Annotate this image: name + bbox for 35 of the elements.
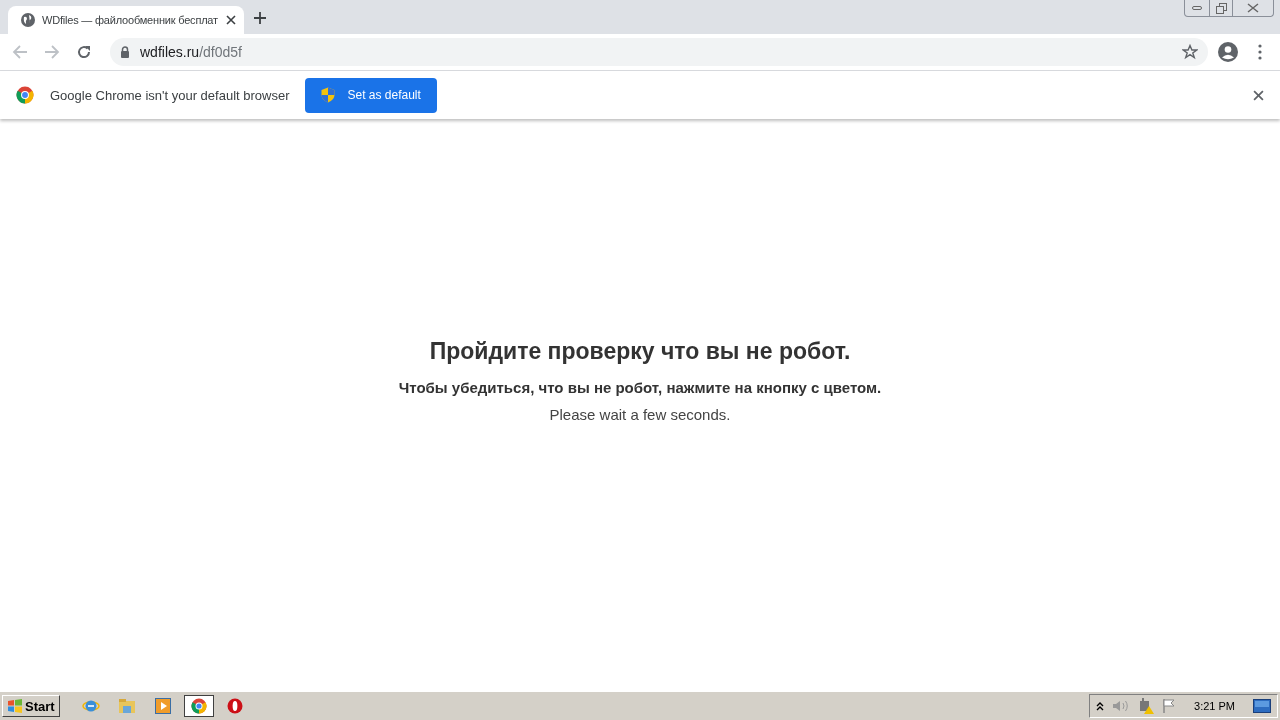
star-icon[interactable]	[1182, 44, 1198, 60]
restore-icon[interactable]	[1215, 2, 1227, 14]
taskbar-app[interactable]	[183, 695, 214, 717]
close-icon[interactable]	[1253, 89, 1264, 101]
close-icon[interactable]	[226, 15, 236, 25]
menu-icon[interactable]	[1258, 44, 1262, 60]
page-heading: Пройдите проверку что вы не робот.	[429, 337, 851, 365]
reload-icon[interactable]	[76, 44, 92, 60]
url-text: wdfiles.ru/df0d5f	[140, 44, 243, 60]
chevron-up-icon[interactable]	[1096, 701, 1105, 711]
browser-tab[interactable]: WDfiles — файлообменник бесплат	[8, 6, 244, 34]
close-icon[interactable]	[1247, 3, 1259, 13]
wait-note: Please wait a few seconds.	[549, 405, 731, 423]
address-bar[interactable]: wdfiles.ru/df0d5f	[110, 38, 1208, 66]
globe-icon	[20, 12, 36, 28]
clock[interactable]: 3:21 PM	[1194, 700, 1235, 712]
opera-icon	[226, 698, 243, 714]
default-browser-message: Google Chrome isn't your default browser	[50, 87, 290, 103]
tab-title: WDfiles — файлообменник бесплат	[42, 14, 219, 26]
instruction-text: Чтобы убедиться, что вы не робот, нажмите на кнопку с цветом.	[398, 378, 882, 396]
chrome-icon	[190, 698, 207, 714]
chrome-icon	[16, 86, 34, 104]
folder-icon	[117, 698, 136, 714]
profile-icon[interactable]	[1218, 42, 1238, 62]
minimize-icon[interactable]	[1192, 6, 1202, 10]
set-default-button[interactable]: Set as default	[305, 77, 437, 113]
start-button[interactable]: Start	[2, 695, 60, 717]
media-player-icon	[154, 698, 171, 714]
plus-icon[interactable]	[254, 12, 266, 24]
shield-icon	[321, 87, 336, 103]
windows-flag-icon	[7, 699, 23, 713]
lock-icon	[120, 46, 130, 58]
flag-icon[interactable]	[1162, 698, 1177, 714]
network-warning-icon[interactable]	[1138, 698, 1155, 714]
show-desktop-icon[interactable]	[1253, 699, 1271, 713]
